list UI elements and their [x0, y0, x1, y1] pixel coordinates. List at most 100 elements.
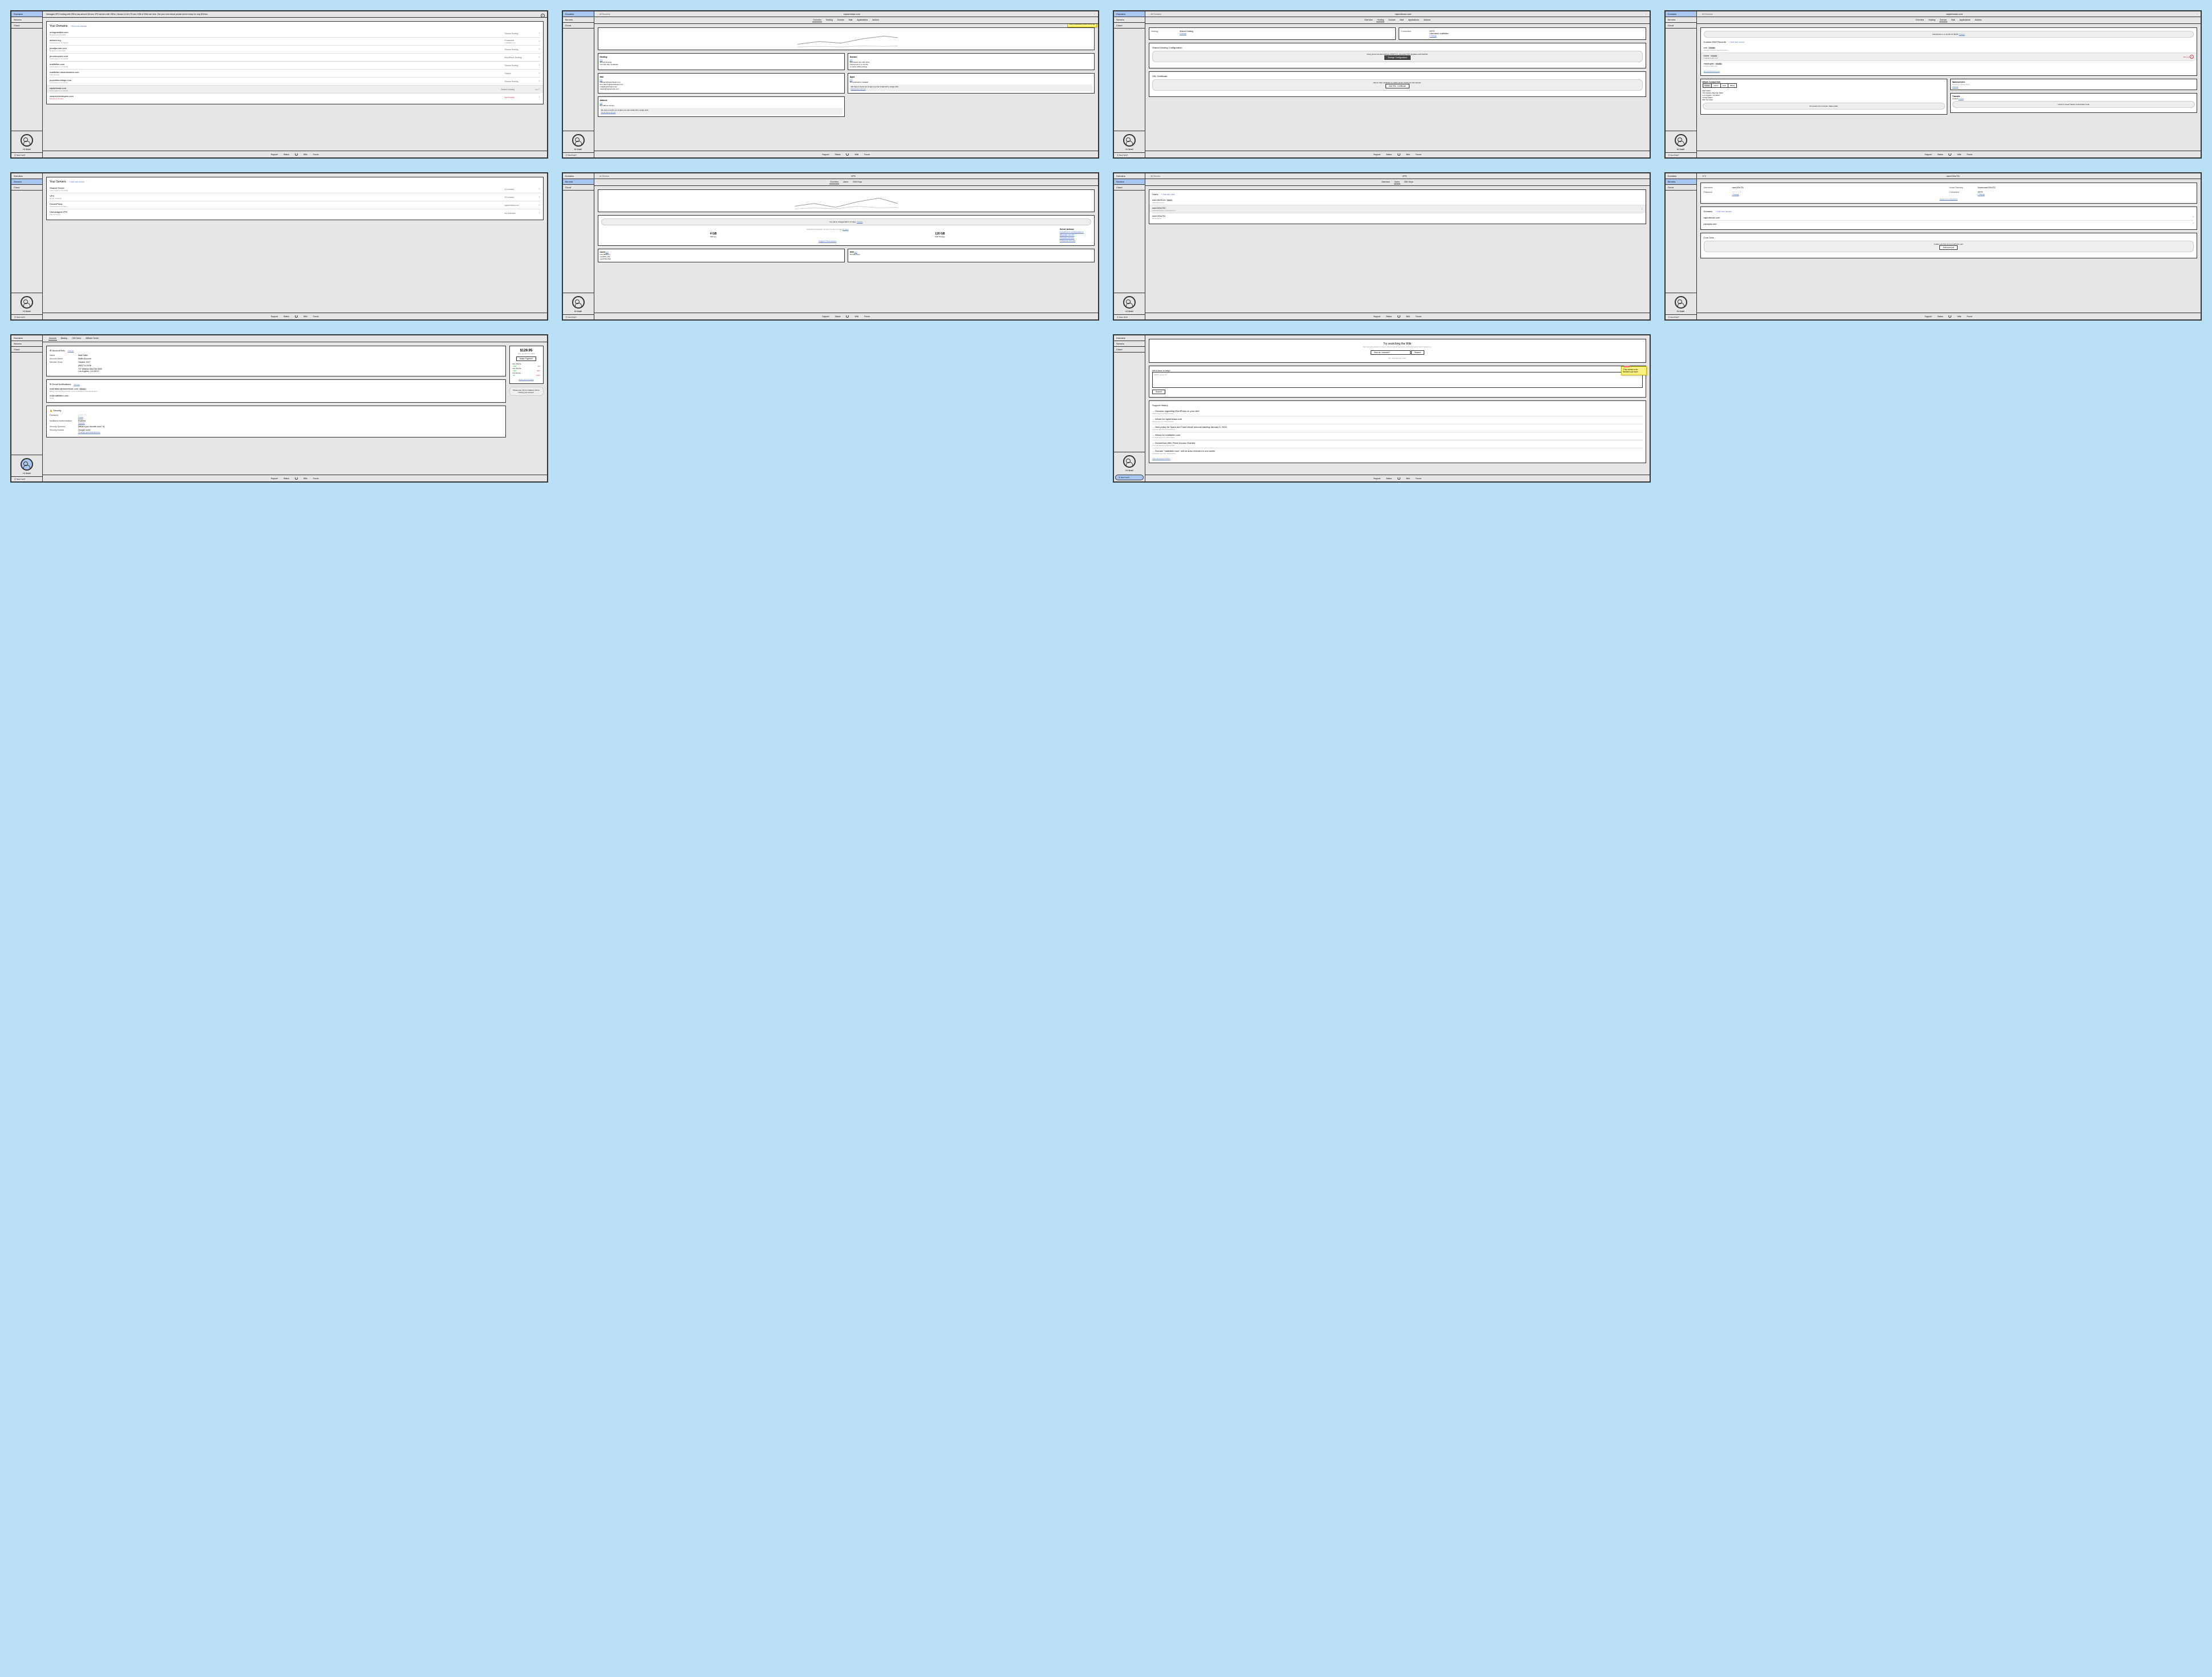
chevron-right-icon: › [539, 32, 540, 35]
need-help[interactable]: ⦿ Need help? [563, 152, 594, 157]
dns-row[interactable]: cdn CNAMEDomain cloud to dreamhost.com [1704, 45, 2194, 52]
dns-row[interactable]: home CNAMEmattfallen.github.ioRemove × [1701, 52, 2197, 60]
page-title: Your Domains [50, 25, 67, 28]
domain-row[interactable]: pupstrition4dogs.comAutorenews in 9 mont… [50, 77, 540, 85]
avatar-icon[interactable] [572, 134, 585, 147]
close-icon[interactable]: × [541, 14, 545, 18]
nav-cloud[interactable]: Cloud [563, 23, 594, 29]
server-row[interactable]: VPSMonth to Month3 Domains› [50, 193, 540, 201]
tab-ssh-keys[interactable]: SSH Keys [1404, 180, 1414, 184]
tab-applications[interactable]: Applications [856, 18, 868, 22]
screen-vps-overview: DomainsServersCloud Hi Matt!⦿ Need help?… [562, 172, 1100, 321]
nav-domains[interactable]: Domains [11, 11, 42, 17]
tab-hosting[interactable]: Hosting [825, 18, 833, 22]
tab-hosting[interactable]: Hosting [1376, 18, 1384, 22]
history-item[interactable]: → Whois for raptorbeast.com8 days ago fr… [1152, 416, 1643, 424]
server-row[interactable]: DreamPressAutorenews in 10 daysraptorbea… [50, 201, 540, 209]
sticky-note: Add Databases Add Sharing [1067, 24, 1097, 27]
tab-mail[interactable]: Mail [848, 18, 853, 22]
promo-banner: Managed VPS Hosting with SSDs has arrive… [43, 11, 547, 18]
user-row[interactable]: user193u731raptorbeast.com, pizzayla.com… [1149, 205, 1646, 213]
user-row[interactable]: user184912u Adminraptorbeast.com [1152, 197, 1643, 205]
screen-servers-list: DomainsServersCloud Hi Matt!⦿ Need help?… [10, 172, 548, 321]
screen-domain-overview: Domains Servers Cloud Hi Matt! ⦿ Need he… [562, 10, 1100, 159]
user-row[interactable]: user193u731No domains [1152, 213, 1643, 221]
domain-row[interactable]: jeromecycles.comAutorenews in 9 monthsWo… [50, 53, 540, 61]
domain-row[interactable]: wearenotstrangers.comExpires in 20 daysN… [50, 93, 540, 101]
tab-gift-cards[interactable]: Gift Cards [71, 337, 82, 341]
wiki-search-input[interactable] [1371, 350, 1411, 355]
sidebar: Domains Servers Cloud Hi Matt! ⦿ Need he… [11, 11, 43, 157]
screen-vps-users: DomainsServersCloud Hi Matt!⦿ Need help?… [1113, 172, 1651, 321]
nav-cloud[interactable]: Cloud [11, 23, 42, 29]
tab-applications[interactable]: Applications [1959, 18, 1971, 22]
chevron-right-icon: › [539, 64, 540, 67]
traffic-chart [598, 27, 1095, 50]
tab-users[interactable]: Users [842, 180, 849, 184]
domain-row[interactable]: mattfellen.dreamhosters.comFree DomainPa… [50, 69, 540, 77]
tab-addons[interactable]: Addons [872, 18, 880, 22]
server-row[interactable]: Unmanaged VPSPay by UsageNo Domains› [50, 209, 540, 217]
chevron-right-icon: › [539, 80, 540, 83]
user-greet: Hi Matt! [13, 148, 40, 151]
history-item[interactable]: → Success upgrading WordPress on your si… [1152, 408, 1643, 416]
nav-domains[interactable]: Domains [563, 11, 594, 17]
history-item[interactable]: → New policy for Spam and Trash email re… [1152, 424, 1643, 432]
add-ssl-button[interactable]: Add SSL Certificate [1385, 84, 1409, 88]
tab-domain[interactable]: Domain [1939, 18, 1947, 22]
remove-icon: × [2190, 55, 2194, 59]
tab-addons[interactable]: Addons [1974, 18, 1982, 22]
tab-mail[interactable]: Mail [1399, 18, 1404, 22]
tab-applications[interactable]: Applications [1408, 18, 1420, 22]
chevron-right-icon: › [539, 48, 540, 51]
domain-row[interactable]: arkitect.orgAutorenews in 8 monthsForwar… [50, 37, 540, 45]
submit-button[interactable]: Submit [1152, 390, 1165, 394]
tab-backup[interactable]: Backup [60, 337, 68, 341]
spinner-icon [295, 153, 298, 156]
tab-users[interactable]: Users [1394, 180, 1400, 184]
footer: SupportStatusWikiForum [43, 151, 547, 157]
need-help[interactable]: ⦿ Need help? [11, 152, 42, 157]
tab-domain[interactable]: Domain [1388, 18, 1396, 22]
search-button[interactable]: Search [1411, 350, 1424, 355]
history-item[interactable]: → Whois for mattfallen.com1 month ago fr… [1152, 432, 1643, 440]
help-textarea[interactable]: What's going on? [1152, 372, 1643, 388]
domain-row[interactable]: raptorbeast.comAutorenews in 4 monthsSha… [47, 85, 543, 93]
tab-ssh-keys[interactable]: SSH Keys [852, 180, 862, 184]
avatar-icon[interactable] [21, 134, 33, 147]
tab-hosting[interactable]: Hosting [1928, 18, 1936, 22]
avatar-icon[interactable] [21, 458, 33, 471]
tab-overview[interactable]: Overview [812, 18, 822, 22]
back-link[interactable]: ← All Domains [597, 13, 610, 15]
chevron-right-icon: › [539, 56, 540, 59]
screen-account: DomainsServersCloud Hi Matt!⦿ Need help?… [10, 334, 548, 483]
domain-row[interactable]: raptorbeast.com› [1704, 214, 2194, 220]
history-item[interactable]: → Domain "mattfallen.com" will be auto-r… [1152, 448, 1643, 456]
tab-overview[interactable]: Overview [1381, 180, 1391, 184]
domain-row[interactable]: ordogcatalker.comRegistered externallySh… [50, 30, 540, 37]
tab-affiliate-center[interactable]: Affiliate Center [85, 337, 99, 341]
screen-domain-domain: DomainsServersCloud Hi Matt!⦿ Need help?… [1664, 10, 2202, 159]
tab-mail[interactable]: Mail [1951, 18, 1955, 22]
nav-servers[interactable]: Servers [11, 17, 42, 23]
tab-overview[interactable]: Overview [829, 180, 839, 184]
tab-account[interactable]: Account [48, 337, 57, 341]
add-domain[interactable]: + Add new domain [70, 25, 87, 27]
nav-servers[interactable]: Servers [563, 17, 594, 23]
change-config-button[interactable]: Change Configuration [1384, 55, 1411, 60]
wireframe-grid: Domains Servers Cloud Hi Matt! ⦿ Need he… [10, 10, 2202, 483]
history-item[interactable]: ← DreamHost Web Panel Access Granted1 mo… [1152, 440, 1643, 448]
tab-domain[interactable]: Domain [837, 18, 845, 22]
screen-domains-list: Domains Servers Cloud Hi Matt! ⦿ Need he… [10, 10, 548, 159]
domain-row[interactable]: mattfellen.comAutorenews in 4 monthsShar… [50, 61, 540, 69]
domain-row[interactable]: pizzayla.com› [1704, 220, 2194, 226]
external-icon[interactable]: ↗ [1093, 13, 1095, 15]
dns-row[interactable]: readinglist CNAMEbumps.tumblr.com [1704, 60, 2194, 68]
tab-addons[interactable]: Addons [1423, 18, 1431, 22]
tab-overview[interactable]: Overview [1915, 18, 1925, 22]
tab-overview[interactable]: Overview [1364, 18, 1374, 22]
server-row[interactable]: Shared ServerAutorenews in 7 months4 Dom… [50, 185, 540, 193]
chevron-right-icon: › [539, 72, 540, 75]
domain-row[interactable]: joradjerome.comRegistered externallyShar… [50, 45, 540, 53]
chevron-right-icon: › [539, 96, 540, 99]
